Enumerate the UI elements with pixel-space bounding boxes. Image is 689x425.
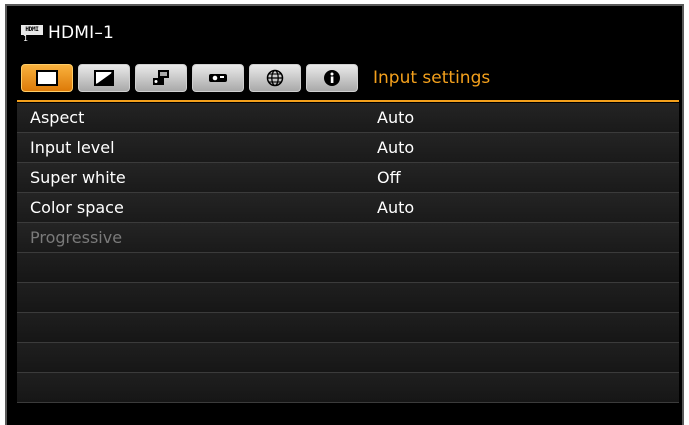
network-globe-icon [266,69,284,87]
menu-row-empty [17,343,679,373]
hdmi-badge-number: 1 [23,33,29,43]
menu-value-color-space: Auto [377,198,415,217]
menu-tabs: Input settings [21,63,490,93]
menu-row-empty [17,283,679,313]
input-source-title: HDMI–1 [48,23,115,43]
menu-value-input-level: Auto [377,138,415,157]
projector-icon [209,74,227,82]
tab-network-settings[interactable] [249,64,301,92]
image-adjust-icon [94,70,114,86]
menu-row-empty [17,253,679,283]
tab-information[interactable] [306,64,358,92]
tab-input-settings[interactable] [21,64,73,92]
menu-row-progressive: Progressive [17,223,679,253]
menu-row-empty [17,373,679,403]
display-settings-icon [153,70,169,85]
tab-image-adjust[interactable] [78,64,130,92]
header-divider [17,100,679,102]
tab-projector-settings[interactable] [192,64,244,92]
info-icon [324,70,340,86]
menu-label-color-space: Color space [30,198,124,217]
osd-menu-window: HDMI 1 HDMI–1 Input settings Aspect Auto… [5,4,684,425]
tab-display-settings[interactable] [135,64,187,92]
menu-label-aspect: Aspect [30,108,85,127]
menu-row-input-level[interactable]: Input level Auto [17,133,679,163]
menu-value-super-white: Off [377,168,401,187]
screen-icon [36,70,58,86]
menu-label-progressive: Progressive [30,228,123,247]
title-bar: HDMI 1 HDMI–1 [21,20,114,46]
hdmi-source-icon: HDMI 1 [21,24,43,43]
menu-label-super-white: Super white [30,168,126,187]
menu-row-color-space[interactable]: Color space Auto [17,193,679,223]
menu-row-aspect[interactable]: Aspect Auto [17,103,679,133]
settings-menu-list: Aspect Auto Input level Auto Super white… [17,103,679,403]
menu-label-input-level: Input level [30,138,115,157]
menu-row-empty [17,313,679,343]
section-title: Input settings [373,68,491,88]
menu-row-super-white[interactable]: Super white Off [17,163,679,193]
menu-value-aspect: Auto [377,108,415,127]
